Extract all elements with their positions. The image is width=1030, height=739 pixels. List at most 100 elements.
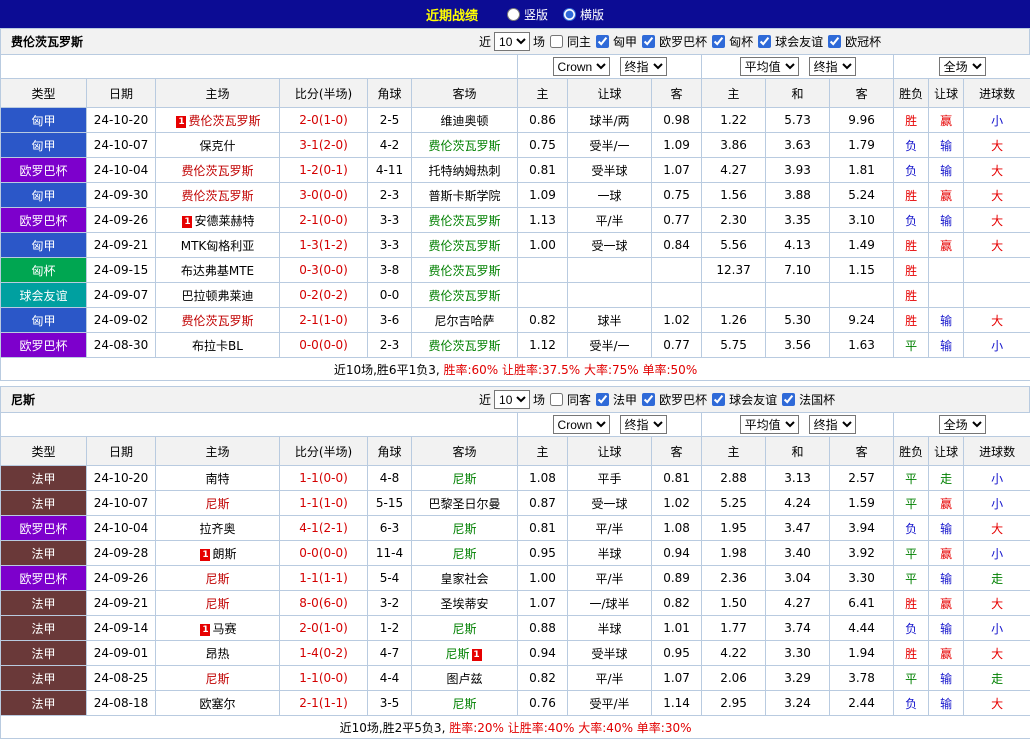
avg-draw-cell: 4.27 <box>766 591 830 616</box>
odds-stage-select[interactable]: 终指 <box>620 415 667 434</box>
result-wdl-cell: 胜 <box>894 591 929 616</box>
league-filter[interactable]: 法国杯 <box>777 391 835 408</box>
result-goals-cell: 大 <box>964 158 1030 183</box>
league-label: 欧冠杯 <box>845 33 881 50</box>
bookmaker-select[interactable]: Crown <box>553 415 610 434</box>
same-venue-checkbox[interactable] <box>550 393 563 406</box>
avg-draw-cell: 3.13 <box>766 466 830 491</box>
odds-stage-select[interactable]: 终指 <box>620 57 667 76</box>
league-checkbox[interactable] <box>596 35 609 48</box>
match-count-select[interactable]: 10 <box>494 390 530 409</box>
odds-home-cell: 0.95 <box>518 541 568 566</box>
filters: 近 10 场 同主 匈甲欧罗巴杯匈杯球会友谊欧冠杯 <box>479 32 881 51</box>
bookmaker-select[interactable]: Crown <box>553 57 610 76</box>
avg-home-cell: 2.95 <box>702 691 766 716</box>
summary-stats: 胜率:20% 让胜率:40% 大率:40% 单率:30% <box>449 721 691 735</box>
match-date-cell: 24-09-26 <box>87 208 156 233</box>
vertical-radio-input[interactable] <box>507 8 520 21</box>
match-row: 法甲24-09-141马赛2-0(1-0)1-2尼斯0.88半球1.011.77… <box>1 616 1030 641</box>
result-goals-cell: 大 <box>964 208 1030 233</box>
same-venue-checkbox[interactable] <box>550 35 563 48</box>
result-handicap-cell: 输 <box>929 208 964 233</box>
league-type-cell: 法甲 <box>1 641 87 666</box>
league-filter[interactable]: 欧罗巴杯 <box>637 391 707 408</box>
odds-away-cell: 0.95 <box>652 641 702 666</box>
match-row: 球会友谊24-09-07巴拉顿弗莱迪0-2(0-2)0-0费伦茨瓦罗斯胜 <box>1 283 1030 308</box>
league-checkbox[interactable] <box>712 393 725 406</box>
league-checkbox[interactable] <box>712 35 725 48</box>
league-checkbox[interactable] <box>828 35 841 48</box>
league-filter[interactable]: 欧罗巴杯 <box>637 33 707 50</box>
away-team-name: 费伦茨瓦罗斯 <box>429 339 501 353</box>
result-handicap-cell: 赢 <box>929 641 964 666</box>
league-checkbox[interactable] <box>782 393 795 406</box>
odds-away-cell: 0.75 <box>652 183 702 208</box>
same-venue-filter[interactable]: 同客 <box>545 391 591 408</box>
column-header: 角球 <box>368 79 412 108</box>
odds-home-cell: 1.08 <box>518 466 568 491</box>
match-date-cell: 24-09-07 <box>87 283 156 308</box>
league-filter[interactable]: 球会友谊 <box>707 391 777 408</box>
layout-radio-horizontal[interactable]: 横版 <box>558 6 604 23</box>
scope-select[interactable]: 全场 <box>939 57 986 76</box>
odds-home-cell <box>518 258 568 283</box>
league-checkbox[interactable] <box>642 35 655 48</box>
league-filter[interactable]: 球会友谊 <box>753 33 823 50</box>
odds-away-cell: 0.77 <box>652 333 702 358</box>
match-row: 法甲24-10-20南特1-1(0-0)4-8尼斯1.08平手0.812.883… <box>1 466 1030 491</box>
average-select[interactable]: 平均值 <box>740 415 799 434</box>
avg-home-cell: 5.56 <box>702 233 766 258</box>
odds-handicap-cell: 受一球 <box>568 491 652 516</box>
avg-draw-cell: 3.40 <box>766 541 830 566</box>
league-filter[interactable]: 匈甲 <box>591 33 637 50</box>
away-team-name: 巴黎圣日尔曼 <box>429 497 501 511</box>
away-team-name: 尼斯 <box>453 697 477 711</box>
same-venue-filter[interactable]: 同主 <box>545 33 591 50</box>
average-stage-select[interactable]: 终指 <box>809 415 856 434</box>
match-date-cell: 24-09-01 <box>87 641 156 666</box>
odds-handicap-cell: 受半/一 <box>568 333 652 358</box>
match-row: 匈甲24-09-02费伦茨瓦罗斯2-1(1-0)3-6尼尔吉哈萨0.82球半1.… <box>1 308 1030 333</box>
avg-home-cell: 1.26 <box>702 308 766 333</box>
match-row: 匈杯24-09-15布达弗基MTE0-3(0-0)3-8费伦茨瓦罗斯12.377… <box>1 258 1030 283</box>
league-checkbox[interactable] <box>596 393 609 406</box>
average-stage-select[interactable]: 终指 <box>809 57 856 76</box>
match-date-cell: 24-10-04 <box>87 516 156 541</box>
column-header: 让球 <box>929 437 964 466</box>
column-header: 客 <box>652 79 702 108</box>
league-label: 球会友谊 <box>775 33 823 50</box>
league-filter[interactable]: 欧冠杯 <box>823 33 881 50</box>
result-handicap-cell: 输 <box>929 158 964 183</box>
avg-home-cell: 2.06 <box>702 666 766 691</box>
league-checkbox[interactable] <box>642 393 655 406</box>
avg-draw-cell: 3.74 <box>766 616 830 641</box>
odds-handicap-cell: 一球 <box>568 183 652 208</box>
layout-radio-vertical[interactable]: 竖版 <box>502 6 548 23</box>
section-header-bar: 尼斯 近 10 场 同客 法甲欧罗巴杯球会友谊法国杯 <box>0 386 1030 412</box>
odds-handicap-cell: 受半球 <box>568 641 652 666</box>
away-team-cell: 尼斯 <box>412 541 518 566</box>
recent-results-page: 近期战绩 竖版 横版 费伦茨瓦罗斯 近 10 场 同主 匈甲欧罗巴杯匈杯球会友谊… <box>0 0 1030 739</box>
result-wdl-cell: 平 <box>894 566 929 591</box>
league-type-cell: 法甲 <box>1 616 87 641</box>
league-filter[interactable]: 法甲 <box>591 391 637 408</box>
league-label: 法甲 <box>613 391 637 408</box>
summary-prefix: 近10场,胜6平1负3, <box>334 363 444 377</box>
avg-draw-cell: 3.35 <box>766 208 830 233</box>
league-checkbox[interactable] <box>758 35 771 48</box>
score-cell: 0-0(0-0) <box>280 333 368 358</box>
league-filter[interactable]: 匈杯 <box>707 33 753 50</box>
result-wdl-cell: 负 <box>894 133 929 158</box>
home-team-cell: 1朗斯 <box>156 541 280 566</box>
corner-cell: 3-5 <box>368 691 412 716</box>
score-cell: 1-1(0-0) <box>280 466 368 491</box>
match-date-cell: 24-09-15 <box>87 258 156 283</box>
bookmaker-select-cell: Crown 终指 <box>518 55 702 79</box>
scope-select[interactable]: 全场 <box>939 415 986 434</box>
horizontal-radio-input[interactable] <box>563 8 576 21</box>
odds-handicap-cell: 受半球 <box>568 158 652 183</box>
average-select[interactable]: 平均值 <box>740 57 799 76</box>
league-type-cell: 欧罗巴杯 <box>1 516 87 541</box>
red-card-badge: 1 <box>176 116 186 128</box>
match-count-select[interactable]: 10 <box>494 32 530 51</box>
